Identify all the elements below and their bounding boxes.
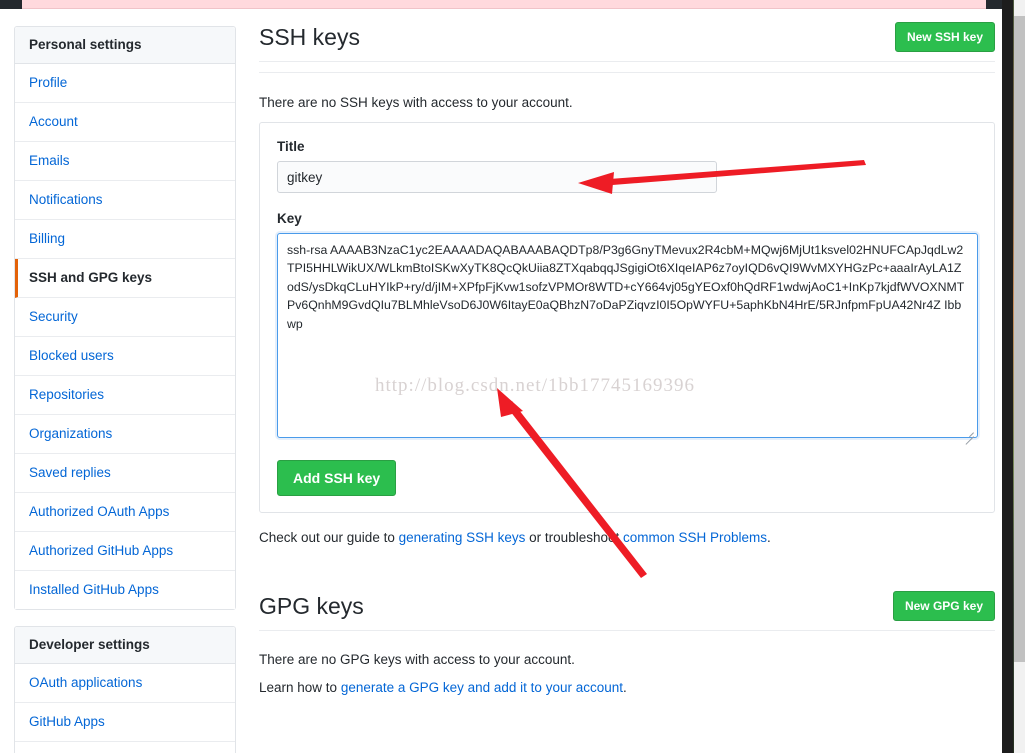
learn-prefix-text: Learn how to bbox=[259, 680, 341, 695]
guide-middle-text: or troubleshoot bbox=[525, 530, 623, 545]
new-gpg-key-button[interactable]: New GPG key bbox=[892, 591, 995, 621]
guide-prefix-text: Check out our guide to bbox=[259, 530, 399, 545]
sidebar-item-security[interactable]: Security bbox=[15, 298, 235, 337]
settings-sidebar: Personal settings Profile Account Emails… bbox=[14, 26, 236, 753]
ssh-guide-note: Check out our guide to generating SSH ke… bbox=[259, 530, 995, 545]
sidebar-item-account[interactable]: Account bbox=[15, 103, 235, 142]
sidebar-item-blocked-users[interactable]: Blocked users bbox=[15, 337, 235, 376]
personal-settings-heading: Personal settings bbox=[15, 27, 235, 64]
generate-gpg-key-link[interactable]: generate a GPG key and add it to your ac… bbox=[341, 680, 623, 695]
ssh-keys-section: SSH keys New SSH key There are no SSH ke… bbox=[259, 22, 995, 545]
sidebar-item-billing[interactable]: Billing bbox=[15, 220, 235, 259]
key-field-label: Key bbox=[277, 211, 302, 226]
new-ssh-key-button[interactable]: New SSH key bbox=[894, 22, 995, 52]
sidebar-item-personal-access-tokens[interactable]: Personal access tokens bbox=[15, 742, 235, 753]
ssh-empty-message: There are no SSH keys with access to you… bbox=[259, 95, 573, 110]
learn-suffix-text: . bbox=[623, 680, 627, 695]
gpg-empty-message: There are no GPG keys with access to you… bbox=[259, 652, 575, 667]
common-ssh-problems-link[interactable]: common SSH Problems bbox=[623, 530, 767, 545]
sidebar-item-authorized-oauth-apps[interactable]: Authorized OAuth Apps bbox=[15, 493, 235, 532]
sidebar-item-saved-replies[interactable]: Saved replies bbox=[15, 454, 235, 493]
developer-settings-heading: Developer settings bbox=[15, 627, 235, 664]
browser-chrome-edge-left bbox=[0, 0, 22, 9]
gpg-keys-header: GPG keys New GPG key bbox=[259, 591, 995, 631]
gpg-keys-section: GPG keys New GPG key There are no GPG ke… bbox=[259, 591, 995, 695]
sidebar-item-profile[interactable]: Profile bbox=[15, 64, 235, 103]
sidebar-item-emails[interactable]: Emails bbox=[15, 142, 235, 181]
guide-suffix-text: . bbox=[767, 530, 771, 545]
browser-page: Personal settings Profile Account Emails… bbox=[0, 0, 1002, 753]
sidebar-item-authorized-github-apps[interactable]: Authorized GitHub Apps bbox=[15, 532, 235, 571]
title-input[interactable] bbox=[277, 161, 717, 193]
personal-settings-nav: Personal settings Profile Account Emails… bbox=[14, 26, 236, 610]
divider bbox=[259, 72, 995, 73]
gpg-section-title: GPG keys bbox=[259, 593, 364, 619]
key-field-wrap: Key ssh-rsa AAAAB3NzaC1yc2EAAAADAQABAAAB… bbox=[277, 211, 978, 443]
ssh-keys-header: SSH keys New SSH key bbox=[259, 22, 995, 62]
sidebar-item-organizations[interactable]: Organizations bbox=[15, 415, 235, 454]
add-ssh-key-form: Title Key ssh-rsa AAAAB3NzaC1yc2EAAAADAQ… bbox=[259, 122, 995, 513]
gpg-learn-note: Learn how to generate a GPG key and add … bbox=[259, 680, 995, 695]
page-scrollbar-track[interactable] bbox=[1014, 0, 1025, 753]
page-scrollbar-thumb[interactable] bbox=[1014, 16, 1025, 662]
generating-ssh-keys-link[interactable]: generating SSH keys bbox=[399, 530, 526, 545]
sidebar-item-ssh-and-gpg-keys[interactable]: SSH and GPG keys bbox=[15, 259, 235, 298]
sidebar-item-installed-github-apps[interactable]: Installed GitHub Apps bbox=[15, 571, 235, 609]
flash-banner bbox=[22, 0, 986, 9]
sidebar-item-notifications[interactable]: Notifications bbox=[15, 181, 235, 220]
key-textarea[interactable]: ssh-rsa AAAAB3NzaC1yc2EAAAADAQABAAABAQDT… bbox=[277, 233, 978, 438]
sidebar-item-github-apps[interactable]: GitHub Apps bbox=[15, 703, 235, 742]
developer-settings-nav: Developer settings OAuth applications Gi… bbox=[14, 626, 236, 753]
add-ssh-key-button[interactable]: Add SSH key bbox=[277, 460, 397, 496]
title-field-label: Title bbox=[277, 139, 305, 154]
page-title: SSH keys bbox=[259, 24, 360, 50]
sidebar-item-repositories[interactable]: Repositories bbox=[15, 376, 235, 415]
main-content: SSH keys New SSH key There are no SSH ke… bbox=[259, 22, 995, 695]
browser-chrome-edge-right bbox=[986, 0, 1002, 9]
sidebar-item-oauth-applications[interactable]: OAuth applications bbox=[15, 664, 235, 703]
